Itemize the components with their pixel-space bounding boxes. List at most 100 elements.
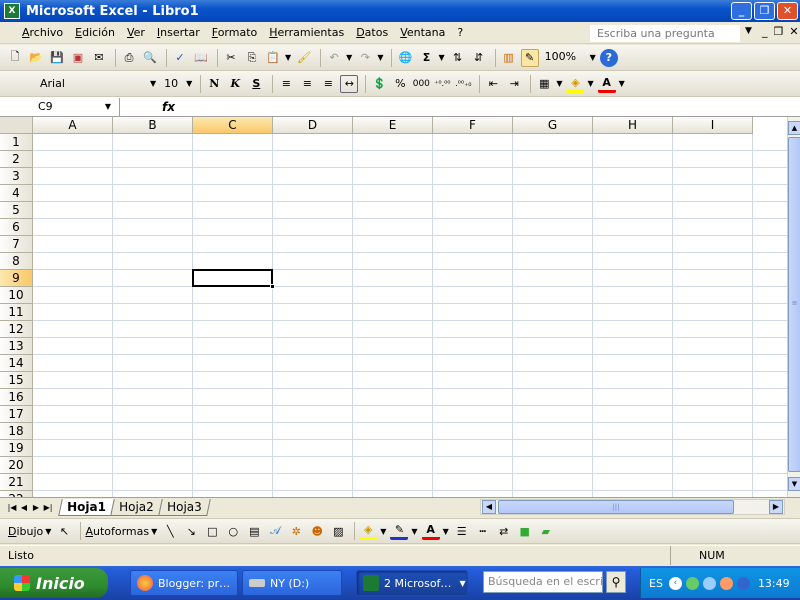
email-icon[interactable]: ✉ (90, 49, 108, 67)
tray-app-icon[interactable] (719, 576, 733, 590)
close-button[interactable]: ✕ (777, 2, 798, 20)
arrow-style-icon[interactable]: ⇄ (495, 522, 513, 540)
menu-archivo[interactable]: Archivo (22, 26, 63, 39)
chevron-down-icon[interactable]: ▼ (151, 527, 157, 536)
column-header-h[interactable]: H (593, 117, 673, 134)
cut-icon[interactable]: ✂ (222, 49, 240, 67)
font-size-select[interactable]: 10 (160, 75, 184, 93)
print-icon[interactable]: ⎙ (120, 49, 138, 67)
zoom-select[interactable]: 100% (542, 49, 588, 67)
text-box-icon[interactable]: ▤ (245, 522, 263, 540)
minimize-button[interactable]: _ (731, 2, 752, 20)
borders-icon[interactable]: ▦ (535, 75, 553, 93)
row-header-21[interactable]: 21 (0, 474, 33, 491)
row-header-19[interactable]: 19 (0, 440, 33, 457)
new-document-icon[interactable]: 🗋 (6, 49, 24, 67)
chevron-down-icon[interactable]: ▼ (186, 79, 192, 88)
line-color-icon[interactable]: ✎ (390, 522, 409, 540)
chevron-down-icon[interactable]: ▼ (346, 53, 352, 62)
tray-search-icon[interactable] (702, 576, 716, 590)
scroll-left-icon[interactable]: ◀ (482, 500, 496, 514)
sheet-tab-hoja2[interactable]: Hoja2 (110, 499, 163, 516)
diagram-icon[interactable]: ✲ (287, 522, 305, 540)
row-header-18[interactable]: 18 (0, 423, 33, 440)
chevron-down-icon[interactable]: ▼ (45, 527, 51, 536)
function-icon[interactable]: fx (162, 100, 175, 114)
insert-picture-icon[interactable]: ▨ (329, 522, 347, 540)
chevron-down-icon[interactable]: ▼ (105, 98, 111, 116)
row-header-9[interactable]: 9 (0, 270, 33, 287)
spreadsheet-grid[interactable]: A B C D E F G H I 1 2 3 4 5 6 7 8 9 10 11 12 13 14 15 16 17 18 19 20… (0, 117, 800, 497)
chevron-down-icon[interactable]: ▼ (459, 579, 465, 588)
menu-ver[interactable]: Ver (127, 26, 145, 39)
row-header-8[interactable]: 8 (0, 253, 33, 270)
dibujo-menu[interactable]: Dibujo (8, 525, 43, 538)
column-header-g[interactable]: G (513, 117, 593, 134)
redo-icon[interactable]: ↷ (356, 49, 374, 67)
menu-edicion[interactable]: Edición (75, 26, 115, 39)
3d-icon[interactable]: ▰ (537, 522, 555, 540)
oval-icon[interactable]: ○ (224, 522, 242, 540)
row-header-4[interactable]: 4 (0, 185, 33, 202)
active-cell[interactable] (192, 269, 275, 289)
fill-handle[interactable] (270, 284, 275, 289)
chevron-down-icon[interactable]: ▼ (745, 26, 752, 36)
row-header-11[interactable]: 11 (0, 304, 33, 321)
sort-descending-icon[interactable]: ⇵ (470, 49, 488, 67)
sheet-tab-hoja3[interactable]: Hoja3 (157, 499, 211, 516)
taskbar-item-excel[interactable]: 2 Microsof… ▼ (356, 570, 468, 596)
fill-color-icon[interactable]: ◈ (566, 75, 585, 93)
taskbar-item-blogger[interactable]: Blogger: pr… (130, 570, 238, 596)
dash-style-icon[interactable]: ┅ (474, 522, 492, 540)
row-header-6[interactable]: 6 (0, 219, 33, 236)
vertical-scroll-thumb[interactable]: ≡ (788, 137, 800, 472)
maximize-button[interactable]: ❐ (754, 2, 775, 20)
merge-center-icon[interactable]: ↔ (340, 74, 359, 93)
row-header-12[interactable]: 12 (0, 321, 33, 338)
back-arrow-icon[interactable]: ‹ (668, 576, 682, 590)
row-header-13[interactable]: 13 (0, 338, 33, 355)
arrow-icon[interactable]: ↘ (182, 522, 200, 540)
drawing-toggle-icon[interactable]: ✎ (520, 48, 539, 67)
sheet-tab-hoja1[interactable]: Hoja1 (58, 499, 115, 516)
clip-art-icon[interactable]: ☻ (308, 522, 326, 540)
menu-ventana[interactable]: Ventana (400, 26, 445, 39)
increase-decimal-button[interactable]: ⁺⁰.⁰⁰ (433, 75, 451, 93)
hyperlink-icon[interactable]: 🌐 (396, 49, 414, 67)
chevron-down-icon[interactable]: ▼ (285, 53, 291, 62)
align-left-icon[interactable]: ≡ (277, 75, 295, 93)
chevron-down-icon[interactable]: ▼ (556, 79, 562, 88)
formula-input[interactable] (183, 98, 800, 116)
row-header-15[interactable]: 15 (0, 372, 33, 389)
column-header-d[interactable]: D (273, 117, 353, 134)
font-color-icon[interactable]: A (421, 522, 440, 540)
bold-button[interactable]: N (205, 75, 223, 93)
select-pointer-icon[interactable]: ↖ (55, 522, 73, 540)
line-style-icon[interactable]: ☰ (453, 522, 471, 540)
font-color-icon[interactable]: A (597, 75, 616, 93)
chevron-down-icon[interactable]: ▼ (619, 79, 625, 88)
format-painter-icon[interactable]: 🖌 (295, 49, 313, 67)
row-header-10[interactable]: 10 (0, 287, 33, 304)
horizontal-scrollbar[interactable]: ◀ ||| ▶ (480, 499, 785, 515)
save-icon[interactable]: 💾 (48, 49, 66, 67)
column-header-b[interactable]: B (113, 117, 193, 134)
first-sheet-icon[interactable]: |◀ (6, 503, 18, 512)
copy-icon[interactable]: ⎘ (243, 49, 261, 67)
last-sheet-icon[interactable]: ▶| (42, 503, 54, 512)
select-all-corner[interactable] (0, 117, 33, 134)
row-header-2[interactable]: 2 (0, 151, 33, 168)
row-header-14[interactable]: 14 (0, 355, 33, 372)
permission-icon[interactable]: ▣ (69, 49, 87, 67)
info-icon[interactable] (736, 576, 750, 590)
autosum-icon[interactable]: Σ (417, 49, 435, 67)
taskbar-item-drive[interactable]: NY (D:) (242, 570, 342, 596)
menu-herramientas[interactable]: Herramientas (269, 26, 344, 39)
thousands-button[interactable]: 000 (412, 75, 430, 93)
spelling-icon[interactable]: ✓ (171, 49, 189, 67)
language-indicator[interactable]: ES (649, 577, 663, 590)
row-header-5[interactable]: 5 (0, 202, 33, 219)
row-header-3[interactable]: 3 (0, 168, 33, 185)
research-icon[interactable]: 📖 (192, 49, 210, 67)
scroll-right-icon[interactable]: ▶ (769, 500, 783, 514)
